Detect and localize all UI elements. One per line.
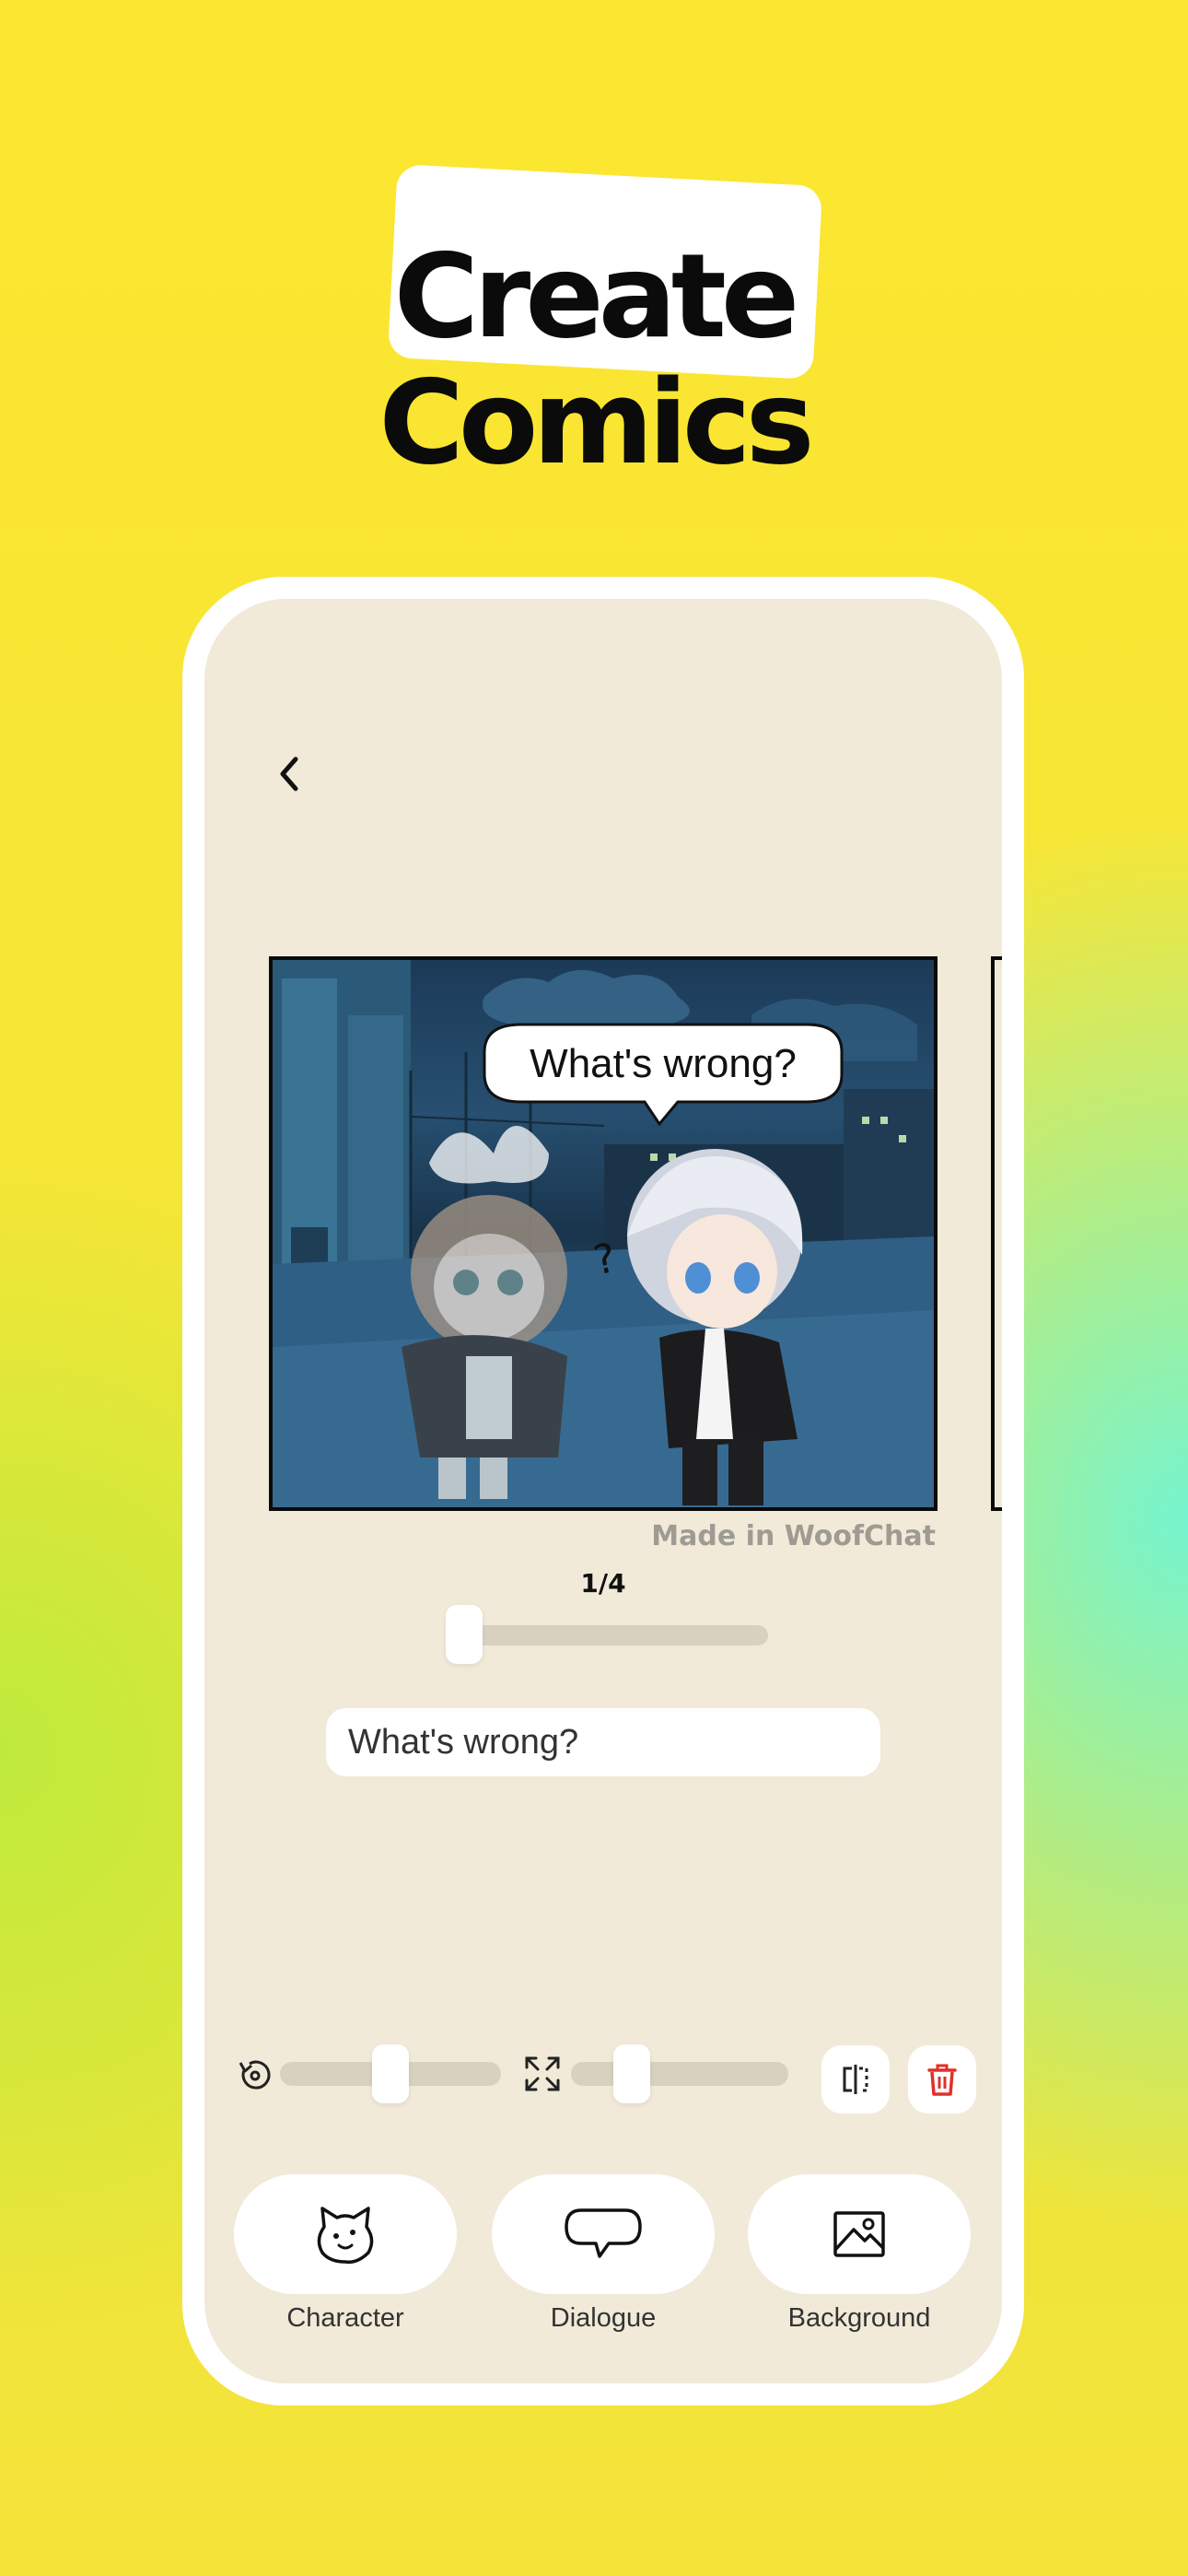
- background-tool-label: Background: [787, 2303, 931, 2333]
- scale-slider-thumb[interactable]: [613, 2044, 650, 2103]
- headline-line-1: Create: [393, 228, 800, 364]
- dialogue-tool-button[interactable]: [492, 2174, 715, 2294]
- rotation-slider-thumb[interactable]: [372, 2044, 409, 2103]
- trash-icon: [927, 2064, 957, 2096]
- headline: Create Comics: [0, 164, 1188, 490]
- back-button[interactable]: [262, 746, 317, 802]
- dog-face-icon: [317, 2207, 374, 2265]
- chevron-left-icon: [280, 756, 298, 791]
- headline-line-2: Comics: [379, 355, 814, 490]
- speech-bubble-text: What's wrong?: [530, 1041, 797, 1086]
- page-slider-thumb[interactable]: [446, 1605, 483, 1664]
- comic-scene: ? What's wrong?: [273, 960, 934, 1507]
- comic-panel[interactable]: ? What's wrong?: [269, 956, 938, 1511]
- editor-screen: ? What's wrong? Made in WoofChat 1/4 Wha…: [204, 599, 1002, 2383]
- dialogue-tool-label: Dialogue: [550, 2303, 657, 2333]
- rotation-slider[interactable]: [280, 2044, 501, 2103]
- flip-icon: [843, 2065, 868, 2094]
- rotate-icon: [234, 2055, 276, 2097]
- page-counter: 1/4: [580, 1568, 626, 1598]
- next-panel-peek[interactable]: [991, 956, 1002, 1511]
- character-tool-label: Character: [286, 2303, 404, 2333]
- character-tool-button[interactable]: [234, 2174, 457, 2294]
- speech-bubble-icon: [565, 2208, 642, 2258]
- flip-button[interactable]: [821, 2045, 890, 2113]
- expand-icon: [521, 2053, 564, 2095]
- image-icon: [833, 2211, 885, 2257]
- phone-frame: ? What's wrong? Made in WoofChat 1/4 Wha…: [182, 577, 1024, 2406]
- page-slider[interactable]: [446, 1605, 768, 1664]
- background-tool-button[interactable]: [748, 2174, 971, 2294]
- scale-slider[interactable]: [571, 2044, 788, 2103]
- delete-button[interactable]: [908, 2045, 976, 2113]
- dialogue-text-field[interactable]: [326, 1708, 880, 1776]
- watermark: Made in WoofChat: [651, 1520, 936, 1552]
